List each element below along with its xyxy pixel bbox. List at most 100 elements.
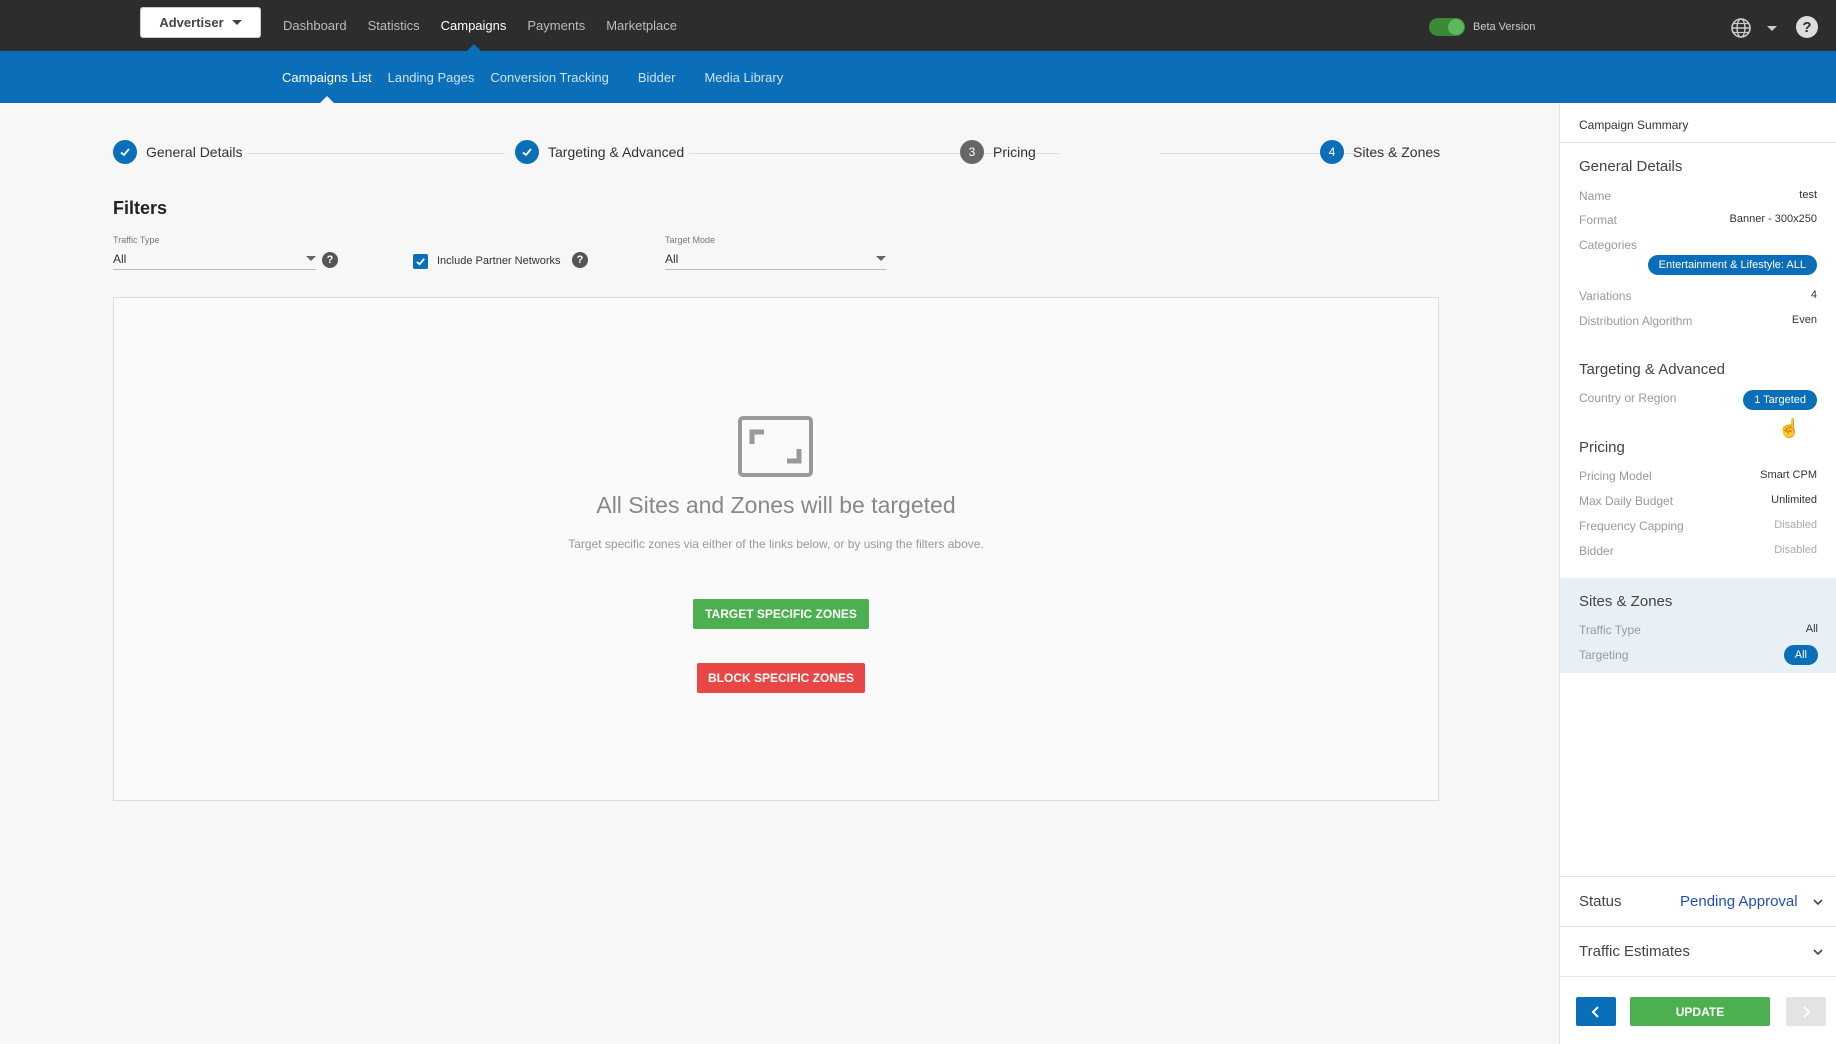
summary-country-label: Country or Region [1579,391,1677,405]
traffic-estimates-row[interactable]: Traffic Estimates [1560,926,1836,976]
step-targeting-advanced[interactable]: Targeting & Advanced [515,140,684,164]
step-label: Sites & Zones [1353,144,1441,160]
step-general-details[interactable]: General Details [113,140,243,164]
wizard-stepper: General Details Targeting & Advanced 3 P… [113,140,1441,166]
filters-heading: Filters [113,198,168,218]
summary-general-title: General Details [1579,158,1683,175]
step-label: General Details [146,144,243,160]
campaign-summary-sidebar: Campaign Summary General Details Name te… [1559,103,1836,1044]
subnav-media-library[interactable]: Media Library [704,70,783,85]
nav-payments[interactable]: Payments [527,18,585,33]
summary-targeting-pill[interactable]: All [1783,645,1818,665]
target-mode-select[interactable]: All [665,248,886,270]
chevron-down-icon [876,256,886,261]
subnav-bidder[interactable]: Bidder [638,70,676,85]
pointer-hand-icon: ☝ [1778,418,1801,438]
step-label: Pricing [993,144,1036,160]
chevron-down-icon [231,20,242,25]
step-number: 4 [1320,140,1344,164]
summary-sites-section: Sites & Zones Traffic Type All Targeting… [1560,578,1836,673]
summary-bidder-label: Bidder [1579,544,1614,558]
next-button[interactable] [1786,997,1826,1026]
subnav-landing-pages[interactable]: Landing Pages [388,70,475,85]
summary-categories-pill[interactable]: Entertainment & Lifestyle: ALL [1647,255,1817,275]
language-chevron-icon[interactable] [1767,26,1777,31]
nav-dashboard[interactable]: Dashboard [283,18,347,33]
summary-bidder-value: Disabled [1774,544,1817,556]
traffic-estimates-label: Traffic Estimates [1579,943,1690,960]
summary-format-label: Format [1579,213,1618,227]
summary-categories-label: Categories [1579,238,1638,252]
summary-distribution-label: Distribution Algorithm [1579,314,1693,328]
beta-version-label: Beta Version [1473,21,1536,33]
summary-budget-label: Max Daily Budget [1579,494,1674,508]
block-specific-zones-button[interactable]: BLOCK SPECIFIC ZONES [697,663,865,693]
chevron-down-icon [306,256,316,261]
back-button[interactable] [1576,997,1616,1026]
empty-state-subtitle: Target specific zones via either of the … [568,537,984,551]
status-row[interactable]: Status Pending Approval [1560,876,1836,926]
traffic-type-label: Traffic Type [113,235,160,245]
account-switcher-button[interactable]: Advertiser [140,7,261,38]
summary-country-pill[interactable]: 1 Targeted [1743,390,1817,410]
target-mode-value: All [665,251,679,266]
summary-targeting-title: Targeting & Advanced [1579,361,1725,378]
summary-variations-label: Variations [1579,289,1632,303]
summary-budget-value: Unlimited [1771,494,1817,506]
step-sites-zones[interactable]: 4 Sites & Zones [1320,140,1440,164]
partner-networks-help-icon[interactable]: ? [572,252,588,268]
summary-frequency-label: Frequency Capping [1579,519,1684,533]
account-switcher-label: Advertiser [159,15,224,30]
traffic-type-help-icon[interactable]: ? [322,252,338,268]
top-bar: Advertiser Dashboard Statistics Campaign… [0,0,1836,51]
summary-format-value: Banner - 300x250 [1729,213,1817,225]
summary-name-value: test [1799,189,1817,201]
step-pricing[interactable]: 3 Pricing [960,140,1036,164]
nav-marketplace[interactable]: Marketplace [606,18,677,33]
sub-nav: Campaigns List Landing Pages Conversion … [282,51,799,103]
summary-pricing-model-value: Smart CPM [1760,469,1817,481]
target-specific-zones-button[interactable]: TARGET SPECIFIC ZONES [693,599,869,629]
check-icon [515,140,539,164]
summary-footer: UPDATE [1560,976,1836,1044]
summary-traffic-type-value: All [1805,623,1818,635]
summary-frequency-value: Disabled [1774,519,1817,531]
summary-sites-title: Sites & Zones [1579,593,1673,610]
sub-nav-bar: Campaigns List Landing Pages Conversion … [0,51,1836,103]
subnav-campaigns-list[interactable]: Campaigns List [282,70,372,103]
include-partner-networks-checkbox[interactable] [413,254,428,269]
include-partner-networks-label: Include Partner Networks [437,255,561,267]
status-label: Status [1579,893,1622,910]
summary-variations-value: 4 [1810,289,1817,301]
step-connector [247,153,505,154]
summary-pricing-model-label: Pricing Model [1579,469,1652,483]
chevron-down-icon [1813,898,1823,905]
subnav-conversion-tracking[interactable]: Conversion Tracking [490,70,609,85]
status-value: Pending Approval [1680,893,1798,910]
beta-toggle-group: Beta Version [1429,18,1535,36]
target-mode-label: Target Mode [665,235,716,245]
step-label: Targeting & Advanced [548,144,685,160]
summary-targeting-label: Targeting [1579,648,1629,662]
globe-icon[interactable] [1730,17,1752,39]
zones-panel: All Sites and Zones will be targeted Tar… [113,297,1439,801]
help-icon[interactable]: ? [1796,16,1818,38]
chevron-left-icon [1591,1005,1599,1018]
nav-statistics[interactable]: Statistics [368,18,420,33]
empty-state-title: All Sites and Zones will be targeted [596,492,956,518]
fullscreen-frame-icon [738,416,813,477]
campaign-summary-header: Campaign Summary [1560,103,1836,143]
traffic-type-value: All [113,251,127,266]
update-button[interactable]: UPDATE [1630,997,1770,1026]
beta-version-toggle[interactable] [1429,18,1465,36]
chevron-down-icon [1813,948,1823,955]
chevron-right-icon [1803,1005,1811,1018]
traffic-type-select[interactable]: All [113,248,316,270]
summary-traffic-type-label: Traffic Type [1579,623,1641,637]
summary-name-label: Name [1579,189,1612,203]
nav-campaigns[interactable]: Campaigns [441,18,506,51]
main-nav: Dashboard Statistics Campaigns Payments … [283,0,698,51]
check-icon [113,140,137,164]
step-number: 3 [960,140,984,164]
summary-pricing-title: Pricing [1579,439,1625,456]
